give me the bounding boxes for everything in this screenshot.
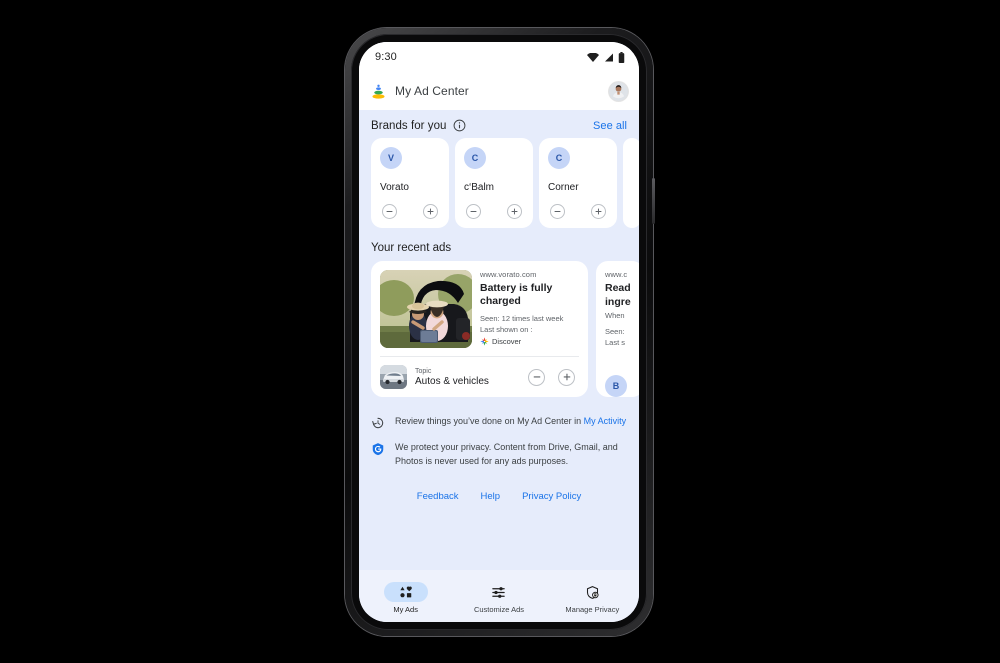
minus-icon[interactable] xyxy=(382,204,397,219)
user-avatar[interactable] xyxy=(609,81,628,101)
my-activity-link[interactable]: My Activity xyxy=(584,416,627,426)
silver-car-photo xyxy=(380,365,407,389)
brand-name: c‘Balm xyxy=(464,182,495,193)
brand-card[interactable]: V Vorato xyxy=(371,138,449,228)
nav-item-my-ads[interactable]: My Ads xyxy=(359,582,452,614)
brand-card[interactable]: C c‘Balm xyxy=(455,138,533,228)
minus-icon[interactable] xyxy=(528,368,545,386)
topic-label: Topic xyxy=(415,367,432,375)
brand-avatar: C xyxy=(464,147,486,169)
brand-actions xyxy=(548,204,608,219)
ad-card-partial[interactable]: www.c Read ingre When Seen: Last s B xyxy=(596,261,639,397)
minus-icon[interactable] xyxy=(466,204,481,219)
nav-item-manage-privacy[interactable]: Manage Privacy xyxy=(546,582,639,614)
ad-sub-when: When xyxy=(605,310,625,320)
ad-topic-actions xyxy=(528,368,579,386)
ad-url: www.c xyxy=(605,270,628,279)
brand-name: Vorato xyxy=(380,182,409,193)
ad-seen-count: Seen: 12 times last week xyxy=(480,313,564,323)
nav-pill-customize-ads xyxy=(477,582,521,602)
phone-screen: 9:30 My Ad Center Brands for you See all… xyxy=(359,42,639,622)
recent-ads-title: Your recent ads xyxy=(371,242,452,254)
sliders-tune-icon xyxy=(492,586,506,598)
nav-label-customize-ads: Customize Ads xyxy=(473,605,524,614)
brand-avatar: C xyxy=(548,147,570,169)
status-bar: 9:30 xyxy=(359,42,639,72)
brand-avatar: V xyxy=(380,147,402,169)
brand-card-partial[interactable] xyxy=(623,138,639,228)
plus-icon[interactable] xyxy=(591,204,606,219)
battery-icon xyxy=(618,51,625,63)
ad-headline: Battery is fully charged xyxy=(480,282,553,308)
brand-avatar: B xyxy=(605,374,627,397)
brand-name: Corner xyxy=(548,182,579,193)
ad-url: www.vorato.com xyxy=(480,270,537,279)
brand-card[interactable]: C Corner xyxy=(539,138,617,228)
ad-seen-count: Seen: xyxy=(605,326,625,336)
ad-headline-line1: Read xyxy=(605,282,631,294)
screenshot-stage: 9:30 My Ad Center Brands for you See all… xyxy=(0,0,1000,663)
history-clock-icon xyxy=(372,417,384,429)
brands-section-header: Brands for you See all xyxy=(359,110,639,138)
ad-last-shown: Last shown on : xyxy=(480,324,533,334)
my-ad-center-logo xyxy=(372,84,385,99)
feedback-link[interactable]: Feedback xyxy=(417,491,459,502)
ad-topic-text: Topic Autos & vehicles xyxy=(415,368,528,387)
brands-section-title: Brands for you xyxy=(371,119,447,132)
note-text: We protect your privacy. Content from Dr… xyxy=(395,442,618,466)
note-privacy: We protect your privacy. Content from Dr… xyxy=(371,441,627,468)
app-bar: My Ad Center xyxy=(359,72,639,110)
app-title: My Ad Center xyxy=(395,84,469,98)
nav-label-my-ads: My Ads xyxy=(393,605,418,614)
two-women-car-trunk-photo xyxy=(380,270,472,348)
brand-actions xyxy=(464,204,524,219)
ad-card-top: www.vorato.com Battery is fully charged … xyxy=(371,261,588,356)
see-all-link[interactable]: See all xyxy=(593,120,627,132)
topic-name: Autos & vehicles xyxy=(415,375,489,387)
ad-topic-row: Topic Autos & vehicles xyxy=(371,357,588,397)
footer-links: Feedback Help Privacy Policy xyxy=(359,479,639,518)
shield-lock-icon xyxy=(586,585,599,599)
phone-device-frame: 9:30 My Ad Center Brands for you See all… xyxy=(345,28,655,636)
ad-card-meta: www.vorato.com Battery is fully charged … xyxy=(480,270,579,348)
wifi-icon xyxy=(587,52,599,62)
help-link[interactable]: Help xyxy=(481,491,501,502)
google-shield-icon xyxy=(372,443,384,456)
info-icon[interactable] xyxy=(453,119,466,132)
ad-last-shown: Last s xyxy=(605,337,626,347)
shapes-my-ads-icon xyxy=(400,586,412,598)
app-scroll-body[interactable]: Brands for you See all V Vorato C c‘Balm… xyxy=(359,110,639,570)
ad-headline-line2: ingre xyxy=(605,296,631,309)
recent-ads-row[interactable]: www.vorato.com Battery is fully charged … xyxy=(359,261,639,397)
signal-icon xyxy=(605,53,613,61)
nav-pill-my-ads xyxy=(383,582,428,602)
minus-icon[interactable] xyxy=(550,204,565,219)
discover-icon xyxy=(480,337,489,346)
nav-label-manage-privacy: Manage Privacy xyxy=(565,605,620,614)
bottom-navigation: My Ads Customize Ads Manage Privacy xyxy=(359,570,639,622)
brand-actions xyxy=(380,204,440,219)
plus-icon[interactable] xyxy=(423,204,438,219)
ad-surface-row: Discover xyxy=(480,337,579,346)
nav-item-customize-ads[interactable]: Customize Ads xyxy=(452,582,545,614)
plus-icon[interactable] xyxy=(507,204,522,219)
brands-card-row[interactable]: V Vorato C c‘Balm C Corner xyxy=(359,138,639,228)
ad-surface-label: Discover xyxy=(492,336,522,346)
status-bar-icons xyxy=(587,51,625,63)
privacy-policy-link[interactable]: Privacy Policy xyxy=(522,491,581,502)
nav-pill-manage-privacy xyxy=(570,582,614,602)
note-text-before: Review things you’ve done on My Ad Cente… xyxy=(395,416,584,426)
status-bar-time: 9:30 xyxy=(375,51,397,63)
plus-icon[interactable] xyxy=(558,368,575,386)
ad-card[interactable]: www.vorato.com Battery is fully charged … xyxy=(371,261,588,397)
note-my-activity: Review things you’ve done on My Ad Cente… xyxy=(371,415,627,430)
phone-side-button[interactable] xyxy=(652,178,655,224)
note-text: Review things you’ve done on My Ad Cente… xyxy=(395,415,626,430)
notes-section: Review things you’ve done on My Ad Cente… xyxy=(359,397,639,468)
ad-card-partial-content: www.c Read ingre When Seen: Last s B xyxy=(596,261,639,397)
